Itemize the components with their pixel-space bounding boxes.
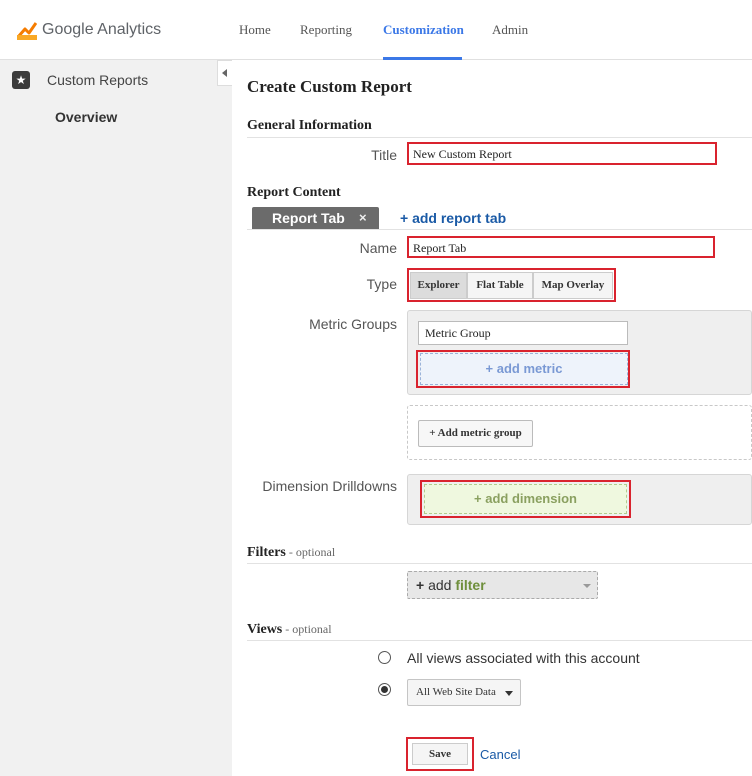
views-heading-text: Views (247, 622, 283, 637)
nav-reporting[interactable]: Reporting (300, 0, 352, 60)
logo-text: Google Analytics (42, 21, 162, 38)
name-input-value: Report Tab (413, 241, 467, 255)
type-label: Type (366, 276, 397, 292)
divider (247, 229, 752, 230)
title-label: Title (371, 147, 397, 163)
tab-label: Report Tab (272, 210, 345, 226)
dimension-drilldowns-label: Dimension Drilldowns (262, 478, 397, 494)
type-flat-table-button[interactable]: Flat Table (467, 272, 533, 299)
add-filter-dropdown[interactable]: + add filter (407, 571, 598, 599)
nav-home[interactable]: Home (239, 0, 271, 60)
type-map-overlay-button[interactable]: Map Overlay (533, 272, 613, 299)
nav-customization[interactable]: Customization (383, 0, 464, 60)
add-dimension-button[interactable]: + add dimension (424, 484, 627, 514)
views-heading: Views - optional (247, 622, 332, 638)
analytics-icon (17, 22, 37, 40)
page-title: Create Custom Report (247, 77, 412, 96)
save-button-highlight: Save (406, 737, 474, 771)
filters-heading-text: Filters (247, 545, 286, 560)
filters-optional-text: - optional (285, 545, 336, 559)
divider (247, 640, 752, 641)
filter-keyword: filter (455, 577, 486, 593)
top-bar: Google Analytics Home Reporting Customiz… (0, 0, 752, 60)
view-select-value: All Web Site Data (416, 686, 496, 698)
general-info-heading: General Information (247, 118, 372, 133)
metric-groups-label: Metric Groups (309, 316, 397, 332)
type-explorer-button[interactable]: Explorer (410, 272, 467, 299)
divider (247, 137, 752, 138)
filters-heading: Filters - optional (247, 545, 335, 561)
name-input[interactable]: Report Tab (407, 236, 715, 258)
add-report-tab-link[interactable]: + add report tab (400, 210, 506, 226)
cancel-link[interactable]: Cancel (480, 747, 520, 762)
all-views-label: All views associated with this account (407, 650, 640, 666)
tab-report-tab[interactable]: Report Tab × (252, 207, 379, 229)
add-metric-button[interactable]: + add metric (420, 353, 628, 385)
add-filter-word: add (424, 577, 456, 593)
close-tab-icon[interactable]: × (359, 210, 367, 225)
chevron-down-icon (505, 691, 513, 696)
sidebar-item-custom-reports[interactable]: Custom Reports (47, 72, 148, 88)
report-content-heading: Report Content (247, 185, 341, 200)
radio-selected-view[interactable] (378, 683, 391, 696)
sidebar-item-overview[interactable]: Overview (55, 109, 117, 125)
title-input[interactable]: New Custom Report (407, 142, 717, 165)
star-icon: ★ (12, 71, 30, 89)
google-analytics-logo[interactable]: Google Analytics (17, 18, 161, 42)
sidebar (0, 60, 232, 776)
add-metric-group-button[interactable]: + Add metric group (418, 420, 533, 447)
name-label: Name (359, 240, 397, 256)
views-optional-text: - optional (282, 622, 332, 636)
nav-admin[interactable]: Admin (492, 0, 528, 60)
plus-icon: + (416, 577, 425, 593)
save-button[interactable]: Save (412, 743, 468, 765)
title-input-value: New Custom Report (413, 147, 512, 161)
radio-all-views[interactable] (378, 651, 391, 664)
collapse-sidebar-button[interactable] (217, 60, 232, 86)
chevron-down-icon (583, 584, 591, 588)
metric-group-name-input[interactable]: Metric Group (418, 321, 628, 345)
divider (247, 563, 752, 564)
view-select[interactable]: All Web Site Data (407, 679, 521, 706)
